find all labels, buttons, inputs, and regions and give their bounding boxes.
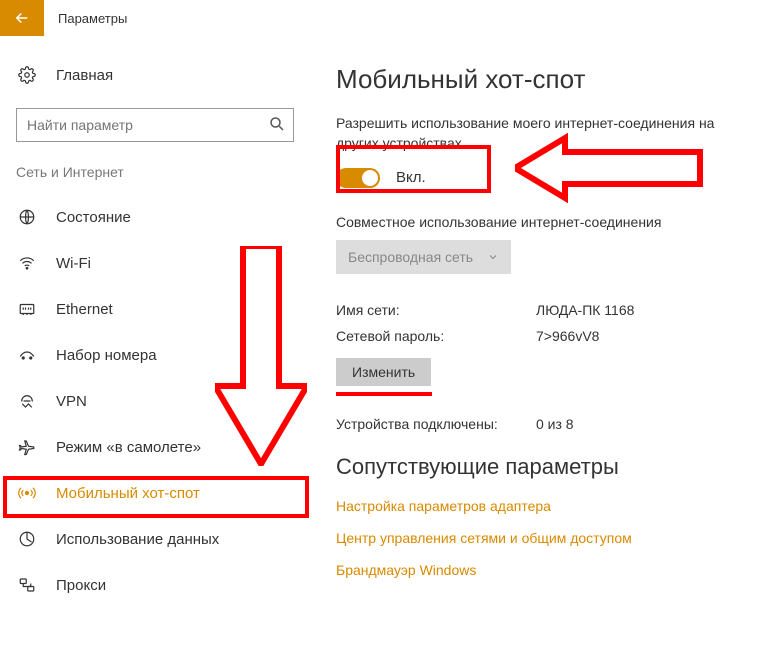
network-name-value: ЛЮДА-ПК 1168 [536, 302, 634, 318]
toggle-knob [362, 170, 378, 186]
dialup-icon [16, 346, 38, 364]
sidebar-item-label: Wi-Fi [56, 255, 91, 272]
data-usage-icon [16, 530, 38, 548]
back-button[interactable] [0, 0, 44, 36]
sidebar-item-airplane[interactable]: Режим «в самолете» [16, 424, 310, 470]
related-title: Сопутствующие параметры [336, 454, 755, 480]
sidebar-item-wifi[interactable]: Wi-Fi [16, 240, 310, 286]
sidebar-item-label: VPN [56, 393, 87, 410]
hotspot-icon [16, 484, 38, 502]
sidebar-item-label: Мобильный хот-спот [56, 485, 200, 502]
wifi-icon [16, 254, 38, 272]
sidebar-item-label: Набор номера [56, 347, 157, 364]
link-adapter-settings[interactable]: Настройка параметров адаптера [336, 498, 755, 514]
hotspot-desc: Разрешить использование моего интернет-с… [336, 113, 716, 154]
sidebar-item-label: Ethernet [56, 301, 113, 318]
sidebar-item-dialup[interactable]: Набор номера [16, 332, 310, 378]
ethernet-icon [16, 300, 38, 318]
share-label: Совместное использование интернет-соедин… [336, 214, 755, 230]
toggle-state-label: Вкл. [396, 169, 426, 186]
sidebar-item-hotspot[interactable]: Мобильный хот-спот [16, 470, 310, 516]
sidebar-item-label: Прокси [56, 577, 106, 594]
network-name-label: Имя сети: [336, 302, 536, 318]
window-title: Параметры [58, 11, 127, 26]
gear-icon [16, 66, 38, 84]
airplane-icon [16, 438, 38, 456]
vpn-icon [16, 392, 38, 410]
arrow-left-icon [13, 9, 31, 27]
chevron-down-icon [487, 251, 499, 263]
sidebar-item-label: Режим «в самолете» [56, 439, 201, 456]
search-input[interactable] [16, 108, 294, 142]
globe-icon [16, 208, 38, 226]
sidebar-item-status[interactable]: Состояние [16, 194, 310, 240]
devices-value: 0 из 8 [536, 416, 574, 432]
sidebar-home-label: Главная [56, 67, 113, 84]
proxy-icon [16, 576, 38, 594]
link-firewall[interactable]: Брандмауэр Windows [336, 562, 755, 578]
hotspot-toggle[interactable] [336, 168, 380, 188]
category-label: Сеть и Интернет [16, 164, 310, 180]
sidebar-item-label: Состояние [56, 209, 131, 226]
search-icon [268, 115, 286, 133]
sidebar-item-vpn[interactable]: VPN [16, 378, 310, 424]
password-value: 7>966vV8 [536, 328, 599, 344]
sidebar-item-ethernet[interactable]: Ethernet [16, 286, 310, 332]
sidebar-home[interactable]: Главная [16, 56, 310, 94]
annotation-underline [336, 392, 432, 396]
edit-button[interactable]: Изменить [336, 358, 431, 386]
dropdown-value: Беспроводная сеть [348, 249, 473, 265]
share-source-dropdown: Беспроводная сеть [336, 240, 511, 274]
page-title: Мобильный хот-спот [336, 64, 755, 95]
devices-label: Устройства подключены: [336, 416, 536, 432]
link-network-center[interactable]: Центр управления сетями и общим доступом [336, 530, 755, 546]
sidebar-item-datausage[interactable]: Использование данных [16, 516, 310, 562]
sidebar-item-label: Использование данных [56, 531, 219, 548]
password-label: Сетевой пароль: [336, 328, 536, 344]
sidebar-item-proxy[interactable]: Прокси [16, 562, 310, 608]
